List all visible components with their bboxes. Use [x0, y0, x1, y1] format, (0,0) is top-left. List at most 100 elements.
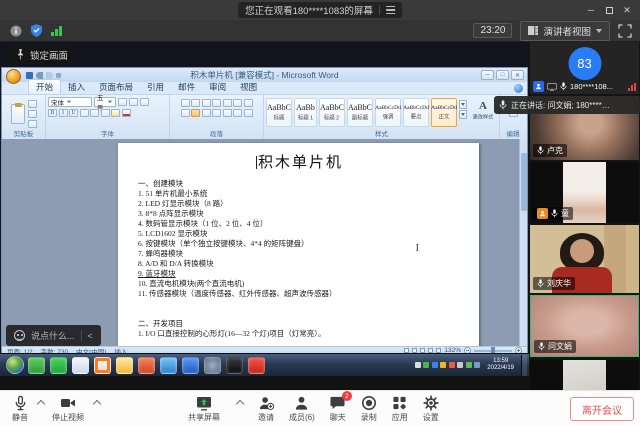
styles-gallery-scroll[interactable] [459, 98, 467, 119]
mute-options-chevron[interactable] [37, 400, 45, 408]
bullets-button[interactable] [181, 99, 190, 107]
pdf-icon[interactable] [248, 357, 265, 374]
watching-banner[interactable]: 您正在观看180****1083的屏幕 [238, 2, 402, 18]
stop-video-button[interactable]: 停止视频 [52, 395, 84, 423]
borders-button[interactable] [244, 109, 253, 117]
app-icon[interactable] [182, 357, 199, 374]
video-options-chevron[interactable] [93, 400, 101, 408]
font-name-combo[interactable]: 宋体 [48, 97, 92, 107]
folder-icon[interactable] [116, 357, 133, 374]
taskbar-clock[interactable]: 13:59 2022/4/19 [483, 358, 518, 372]
bold-button[interactable]: B [48, 109, 57, 117]
participant-tile-speaking[interactable]: 问文娟 [530, 295, 639, 357]
apps-button[interactable]: 应用 [392, 395, 408, 423]
show-marks-button[interactable] [244, 99, 253, 107]
mute-button[interactable]: 静音 [12, 395, 28, 423]
tab-home[interactable]: 开始 [28, 79, 61, 94]
style-card-heading1[interactable]: AaBb 标题 1 [294, 98, 317, 127]
tab-mailings[interactable]: 邮件 [171, 80, 202, 94]
align-left-button[interactable] [181, 109, 190, 117]
tab-references[interactable]: 引用 [140, 80, 171, 94]
system-tray-icons[interactable] [415, 362, 481, 368]
banner-menu-icon[interactable] [386, 6, 395, 14]
numbering-button[interactable] [191, 99, 200, 107]
clear-format-button[interactable] [140, 98, 149, 106]
shrink-font-button[interactable] [129, 98, 138, 106]
powerpoint-icon[interactable] [138, 357, 155, 374]
leave-meeting-button[interactable]: 离开会议 [570, 397, 634, 421]
word-restore-button[interactable]: □ [496, 70, 509, 80]
chat-placeholder[interactable]: 说点什么... [31, 329, 75, 342]
close-button[interactable]: ✕ [618, 2, 636, 18]
multilevel-list-button[interactable] [202, 99, 211, 107]
format-painter-button[interactable] [28, 120, 37, 128]
minimize-button[interactable]: ─ [582, 2, 600, 18]
participant-tile[interactable]: 童 [530, 162, 639, 223]
style-card-title[interactable]: AaBbC 标题 [266, 98, 292, 127]
font-size-combo[interactable]: 五号 [94, 97, 116, 107]
style-card-emphasis[interactable]: AaBbCcDd 强调 [375, 98, 401, 127]
word-help-icon[interactable] [514, 84, 523, 93]
network-signal-icon[interactable] [51, 25, 62, 36]
align-right-button[interactable] [202, 109, 211, 117]
qq-icon[interactable] [160, 357, 177, 374]
show-desktop-button[interactable] [521, 355, 527, 376]
tab-view[interactable]: 视图 [233, 80, 264, 94]
tab-review[interactable]: 审阅 [202, 80, 233, 94]
participant-tile-presenter[interactable]: 83 180****108... [530, 42, 639, 94]
view-mode-button[interactable]: 演讲者视图 [520, 21, 610, 41]
participant-tile[interactable] [530, 360, 639, 390]
word-minimize-button[interactable]: ─ [481, 70, 494, 80]
zoom-slider[interactable] [474, 350, 512, 352]
share-screen-button[interactable]: 共享屏幕 [188, 395, 220, 423]
globe-icon[interactable] [204, 357, 221, 374]
word-close-button[interactable]: ✕ [511, 70, 524, 80]
share-options-chevron[interactable] [236, 400, 244, 408]
emoji-icon[interactable] [14, 330, 25, 341]
font-color-button[interactable] [122, 109, 131, 117]
chat-collapse-icon[interactable]: < [88, 331, 93, 341]
document-scrollbar[interactable] [519, 139, 527, 346]
document-page[interactable]: 积木单片机 一、创建模块 1. 51 单片机最小系统 2. LED 灯显示模块（… [118, 143, 479, 346]
grow-font-button[interactable] [118, 98, 127, 106]
info-icon[interactable] [10, 25, 22, 37]
start-button[interactable] [6, 356, 24, 374]
shield-security-icon[interactable] [31, 24, 42, 37]
office-button[interactable] [6, 69, 21, 84]
underline-button[interactable]: U [69, 109, 78, 117]
style-card-points[interactable]: AaBbCcDd 要点 [403, 98, 429, 127]
style-card-normal[interactable]: AaBbCcDd 正文 [431, 98, 457, 127]
maximize-button[interactable] [600, 2, 618, 18]
chat-button[interactable]: 2 聊天 [330, 395, 346, 423]
word-document-area[interactable]: 积木单片机 一、创建模块 1. 51 单片机最小系统 2. LED 灯显示模块（… [2, 139, 527, 346]
subscript-button[interactable] [90, 109, 99, 117]
decrease-indent-button[interactable] [212, 99, 221, 107]
copy-button[interactable] [28, 110, 37, 118]
sogou-icon[interactable] [94, 357, 111, 374]
chat-quick-input[interactable]: 说点什么... < [6, 325, 101, 346]
pointer-app-icon[interactable] [226, 357, 243, 374]
sort-button[interactable] [233, 99, 242, 107]
increase-indent-button[interactable] [223, 99, 232, 107]
notepad-icon[interactable] [72, 357, 89, 374]
italic-button[interactable]: I [59, 109, 68, 117]
style-card-subtitle[interactable]: AaBbC 副标题 [347, 98, 373, 127]
screen-recorder-icon[interactable] [50, 357, 67, 374]
record-button[interactable]: 录制 [361, 395, 377, 423]
line-spacing-button[interactable] [223, 109, 232, 117]
invite-button[interactable]: 邀请 [258, 395, 274, 423]
superscript-button[interactable] [101, 109, 110, 117]
paste-button[interactable] [11, 104, 25, 124]
justify-button[interactable] [212, 109, 221, 117]
strikethrough-button[interactable] [80, 109, 89, 117]
highlight-color-button[interactable] [111, 109, 120, 117]
browser-icon[interactable] [28, 357, 45, 374]
style-card-heading2[interactable]: AaBbC 标题 2 [319, 98, 345, 127]
members-button[interactable]: 成员(6) [289, 395, 315, 423]
cut-button[interactable] [28, 100, 37, 108]
participant-tile[interactable]: 刘庆华 [530, 225, 639, 293]
shading-button[interactable] [233, 109, 242, 117]
settings-button[interactable]: 设置 [423, 395, 439, 423]
pin-view-button[interactable]: 锁定画面 [8, 45, 76, 64]
change-styles-button[interactable]: A 更改样式 [469, 98, 497, 121]
